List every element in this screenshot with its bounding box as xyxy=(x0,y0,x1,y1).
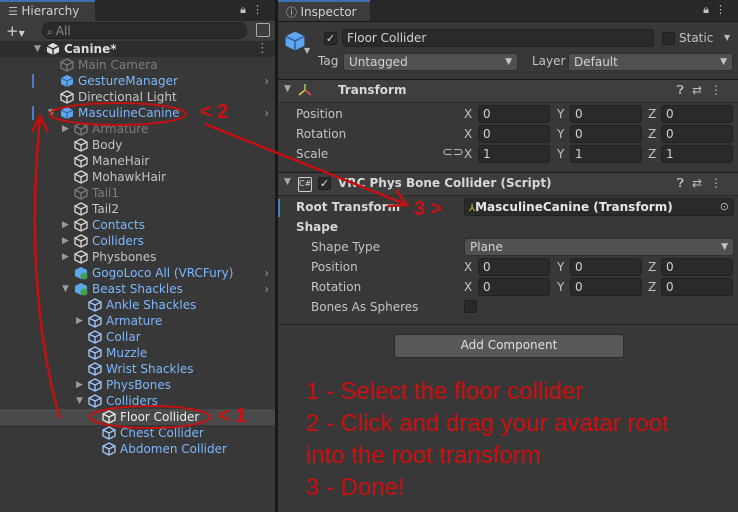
drag-arrow-line xyxy=(204,122,406,206)
instruction-step-1: 1 - Select the floor collider xyxy=(306,378,584,405)
highlight-ellipse-avatar xyxy=(49,102,187,126)
arrow-up-curve xyxy=(33,117,62,419)
annotation-tag-3: 3 > xyxy=(414,198,443,220)
instruction-step-2-cont: into the root transform xyxy=(306,442,541,469)
highlight-ellipse-floor-collider xyxy=(89,405,211,429)
instruction-step-2: 2 - Click and drag your avatar root xyxy=(306,410,669,437)
annotation-tag-2: < 2 xyxy=(200,101,229,123)
annotation-tag-1: < 1 xyxy=(218,405,247,427)
instruction-step-3: 3 - Done! xyxy=(306,474,405,501)
